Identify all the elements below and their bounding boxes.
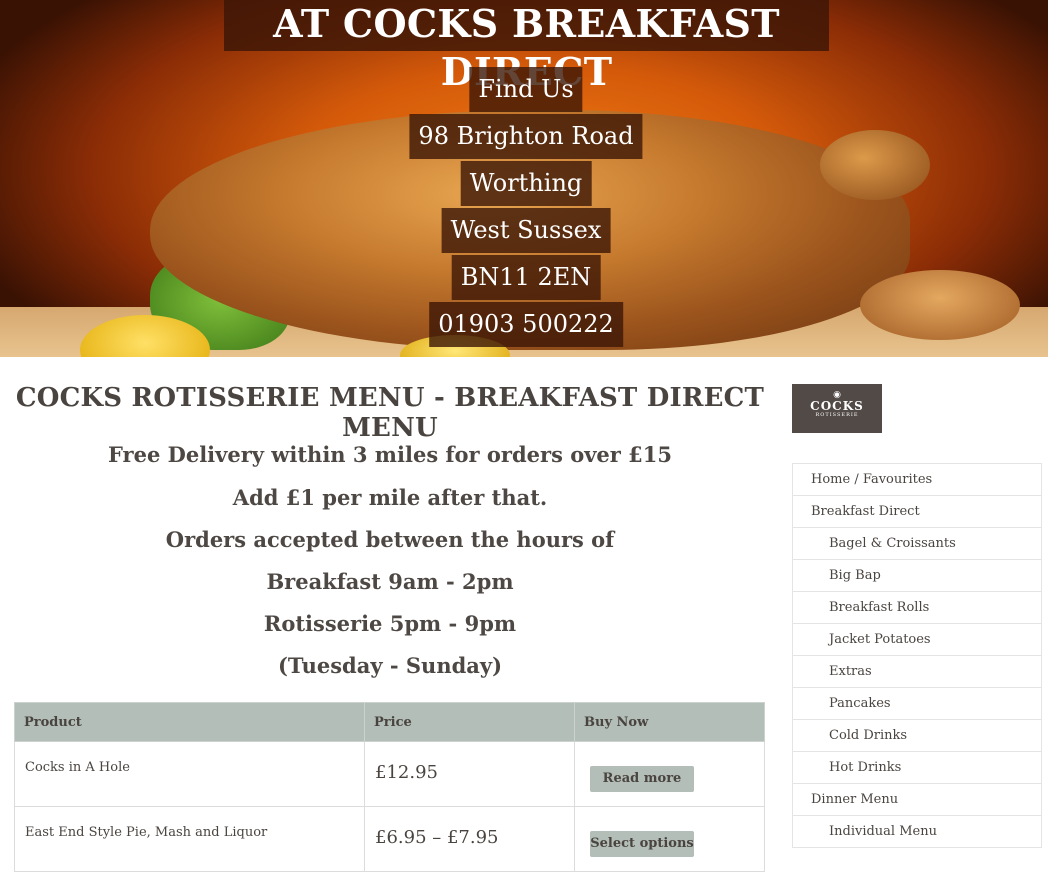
buy-cell: Read more: [574, 741, 765, 807]
sidebar-item-extras[interactable]: Extras: [793, 656, 1041, 688]
column-header-buy-now: Buy Now: [574, 702, 765, 742]
sidebar-item-individual-menu[interactable]: Individual Menu: [793, 816, 1041, 848]
info-line: Add £1 per mile after that.: [232, 485, 548, 510]
product-price: £12.95: [375, 762, 438, 783]
address-line-1: 98 Brighton Road: [409, 114, 643, 159]
buy-cell: Select options: [574, 806, 765, 872]
sidebar-item-big-bap[interactable]: Big Bap: [793, 560, 1041, 592]
read-more-button[interactable]: Read more: [590, 766, 694, 792]
column-header-product: Product: [14, 702, 365, 742]
info-line: Orders accepted between the hours of: [165, 527, 615, 552]
column-header-price: Price: [364, 702, 575, 742]
sidebar-item-cold-drinks[interactable]: Cold Drinks: [793, 720, 1041, 752]
address-line-2: Worthing: [460, 161, 592, 206]
find-us-heading: Find Us: [469, 67, 583, 112]
product-cell: East End Style Pie, Mash and Liquor: [14, 806, 365, 872]
hero-chicken-leg: [860, 270, 1020, 340]
price-cell: £6.95 – £7.95: [364, 806, 575, 872]
product-table: Product Price Buy Now Cocks in A Hole £1…: [14, 702, 765, 872]
info-line: Rotisserie 5pm - 9pm: [263, 611, 517, 636]
table-row: East End Style Pie, Mash and Liquor £6.9…: [14, 806, 765, 872]
hero-chicken-leg: [820, 130, 930, 200]
table-row: Cocks in A Hole £12.95 Read more: [14, 741, 765, 807]
cocks-rotisserie-logo[interactable]: ◉ COCKS ROTISSERIE: [792, 384, 882, 433]
select-options-button[interactable]: Select options: [590, 831, 694, 857]
sidebar-item-breakfast-rolls[interactable]: Breakfast Rolls: [793, 592, 1041, 624]
price-cell: £12.95: [364, 741, 575, 807]
sidebar-item-dinner-menu[interactable]: Dinner Menu: [793, 784, 1041, 816]
product-name-link[interactable]: East End Style Pie, Mash and Liquor: [25, 825, 354, 840]
sidebar-menu: Home / Favourites Breakfast Direct Bagel…: [792, 463, 1042, 848]
info-line: Breakfast 9am - 2pm: [266, 569, 514, 594]
address-line-3: West Sussex: [441, 208, 611, 253]
page-title: COCKS ROTISSERIE MENU - BREAKFAST DIRECT…: [15, 383, 765, 443]
hero-banner: AT COCKS BREAKFAST DIRECT Find Us 98 Bri…: [0, 0, 1048, 357]
sidebar-item-home-favourites[interactable]: Home / Favourites: [793, 464, 1041, 496]
address-postcode: BN11 2EN: [451, 255, 601, 300]
sidebar-item-bagel-croissants[interactable]: Bagel & Croissants: [793, 528, 1041, 560]
sidebar-item-jacket-potatoes[interactable]: Jacket Potatoes: [793, 624, 1041, 656]
info-line: Free Delivery within 3 miles for orders …: [108, 442, 672, 467]
product-price: £6.95 – £7.95: [375, 827, 499, 848]
product-name-link[interactable]: Cocks in A Hole: [25, 760, 354, 775]
phone-number[interactable]: 01903 500222: [429, 302, 623, 347]
logo-subtitle: ROTISSERIE: [815, 412, 859, 418]
product-cell: Cocks in A Hole: [14, 741, 365, 807]
info-line: (Tuesday - Sunday): [277, 653, 503, 678]
logo-name: COCKS: [810, 399, 864, 413]
sidebar-item-hot-drinks[interactable]: Hot Drinks: [793, 752, 1041, 784]
site-title[interactable]: AT COCKS BREAKFAST DIRECT: [224, 0, 829, 94]
sidebar-item-pancakes[interactable]: Pancakes: [793, 688, 1041, 720]
table-header-row: Product Price Buy Now: [14, 702, 765, 742]
sidebar-item-breakfast-direct[interactable]: Breakfast Direct: [793, 496, 1041, 528]
